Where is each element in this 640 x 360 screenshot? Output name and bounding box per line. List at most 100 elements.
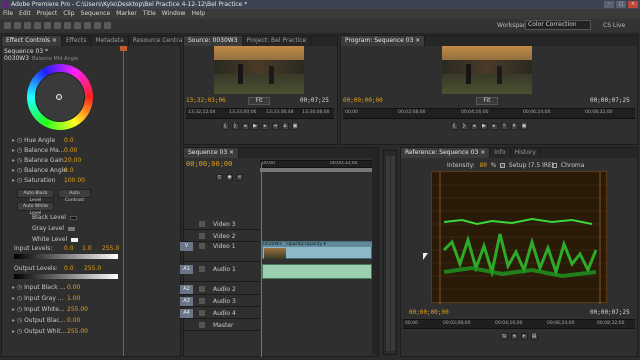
eye-icon[interactable] [199, 221, 205, 227]
tab-sequence[interactable]: Sequence 03 × [184, 148, 240, 158]
output-levels-v1[interactable]: 0.0 [64, 265, 74, 272]
stopwatch-icon[interactable]: ◷ [17, 177, 24, 184]
stopwatch-icon[interactable]: ◷ [17, 328, 24, 335]
output-levels-v2[interactable]: 255.0 [84, 265, 101, 272]
track-header-audio-2[interactable]: A2 Audio 2 [180, 284, 260, 295]
work-area-bar[interactable] [260, 168, 372, 172]
menu-item-sequence[interactable]: Sequence [81, 9, 111, 19]
auto-contrast-button[interactable]: Auto Contrast [58, 189, 91, 203]
param-value[interactable]: 0.00 [64, 146, 77, 155]
playhead-marker[interactable] [120, 46, 127, 51]
source-ruler[interactable]: 13;32;22;04 13;33;00;06 13;33;36;48 13;3… [186, 108, 334, 119]
param-value[interactable]: 20.00 [64, 156, 81, 165]
track-header-audio-4[interactable]: A4 Audio 4 [180, 308, 260, 319]
stopwatch-icon[interactable]: ◷ [17, 157, 24, 164]
tab-metadata[interactable]: Metadata [91, 36, 129, 46]
speaker-icon[interactable] [199, 310, 205, 316]
track-header-video-3[interactable]: Video 3 [180, 219, 260, 230]
zoom-icon[interactable] [104, 22, 111, 29]
stopwatch-icon[interactable]: ◷ [17, 284, 24, 291]
tab-program[interactable]: Program: Sequence 03 × [341, 36, 426, 46]
source-fit-dropdown[interactable]: Fit [248, 97, 270, 105]
track-target[interactable]: V [180, 242, 193, 251]
chroma-checkbox[interactable] [552, 163, 557, 168]
speaker-icon[interactable] [199, 322, 205, 328]
param-value[interactable]: 0.00 [67, 283, 80, 292]
setup-checkbox[interactable]: ✓ [500, 163, 505, 168]
rolling-edit-icon[interactable] [34, 22, 41, 29]
menu-item-window[interactable]: Window [162, 9, 186, 19]
input-levels-v2[interactable]: 1.0 [82, 245, 92, 252]
track-select-icon[interactable] [14, 22, 21, 29]
rate-stretch-icon[interactable] [44, 22, 51, 29]
step-back-icon[interactable]: ◂ [241, 123, 249, 130]
timeline-ruler[interactable]: 00;00 00;00;32;00 [260, 160, 376, 168]
param-value[interactable]: 0.00 [67, 316, 80, 325]
menu-item-title[interactable]: Title [143, 9, 156, 19]
eye-icon[interactable] [199, 233, 205, 239]
tab-info[interactable]: Info [490, 148, 511, 158]
program-timecode-left[interactable]: 00;00;00;00 [343, 97, 383, 104]
track-target[interactable]: A3 [180, 297, 193, 306]
menu-item-clip[interactable]: Clip [63, 9, 74, 19]
stopwatch-icon[interactable]: ◷ [17, 317, 24, 324]
video-clip[interactable]: 0030W3 Opacity:Opacity ▾ [262, 241, 373, 259]
marker-icon[interactable]: ◆ [226, 174, 233, 181]
menu-item-edit[interactable]: Edit [19, 9, 31, 19]
param-value[interactable]: 1.00 [67, 294, 80, 303]
export-frame-icon[interactable]: ▣ [520, 123, 528, 130]
track-header-audio-3[interactable]: A3 Audio 3 [180, 296, 260, 307]
source-timecode-left[interactable]: 13;32;03;06 [186, 97, 226, 104]
tab-resource-central[interactable]: Resource Central [129, 36, 190, 46]
track-target[interactable]: A1 [180, 265, 193, 274]
selection-tool-icon[interactable] [4, 22, 11, 29]
export-frame-icon[interactable]: ▣ [291, 123, 299, 130]
speaker-icon[interactable] [199, 298, 205, 304]
step-back-icon[interactable]: ◂ [470, 123, 478, 130]
track-header-video-1[interactable]: V Video 1 [180, 241, 260, 262]
output-levels-gradient[interactable] [14, 274, 118, 279]
mark-in-icon[interactable]: { [221, 123, 229, 130]
param-value[interactable]: 0.0 [64, 136, 74, 145]
timeline-scrollbar[interactable] [372, 150, 378, 355]
speaker-icon[interactable] [199, 266, 205, 272]
param-value[interactable]: 255.00 [67, 327, 88, 336]
menu-item-marker[interactable]: Marker [116, 9, 137, 19]
stopwatch-icon[interactable]: ◷ [17, 147, 24, 154]
param-value[interactable]: 100.00 [64, 176, 85, 185]
gray-level-swatch[interactable] [68, 226, 76, 231]
mark-in-icon[interactable]: { [450, 123, 458, 130]
tab-effects[interactable]: Effects [62, 36, 92, 46]
pen-icon[interactable] [84, 22, 91, 29]
razor-icon[interactable] [54, 22, 61, 29]
tab-effect-controls[interactable]: Effect Controls × [2, 36, 62, 46]
stopwatch-icon[interactable]: ◷ [17, 167, 24, 174]
workspace-select[interactable]: Color Correction [525, 20, 591, 30]
tab-source[interactable]: Source: 0030W3 [184, 36, 243, 46]
clip-fx-dropdown[interactable]: Opacity:Opacity ▾ [286, 242, 326, 247]
step-forward-icon[interactable]: ▸ [520, 333, 528, 340]
reference-ruler[interactable]: 00;00 00;02;08;00 00;04;16;00 00;06;24;0… [403, 319, 635, 329]
ripple-edit-icon[interactable] [24, 22, 31, 29]
auto-black-level-button[interactable]: Auto Black Level [17, 189, 54, 203]
slide-icon[interactable] [74, 22, 81, 29]
audio-clip[interactable] [262, 264, 372, 279]
menu-item-file[interactable]: File [3, 9, 13, 19]
mark-out-icon[interactable]: } [460, 123, 468, 130]
gang-icon[interactable]: ⇆ [500, 333, 508, 340]
cs-live-button[interactable]: CS Live [603, 22, 625, 29]
menu-item-project[interactable]: Project [37, 9, 58, 19]
track-header-master[interactable]: Master [180, 320, 260, 331]
program-fit-dropdown[interactable]: Fit [476, 97, 498, 105]
speaker-icon[interactable] [199, 286, 205, 292]
insert-icon[interactable]: ⇥ [271, 123, 279, 130]
track-target[interactable]: A2 [180, 285, 193, 294]
maximize-icon[interactable]: □ [616, 1, 626, 8]
overlay-icon[interactable]: ⇊ [281, 123, 289, 130]
stopwatch-icon[interactable]: ◷ [17, 295, 24, 302]
mark-out-icon[interactable]: } [231, 123, 239, 130]
minimize-icon[interactable]: – [604, 1, 614, 8]
color-wheel[interactable] [27, 64, 93, 130]
close-icon[interactable]: × [628, 1, 638, 8]
input-levels-v1[interactable]: 0.0 [64, 245, 74, 252]
